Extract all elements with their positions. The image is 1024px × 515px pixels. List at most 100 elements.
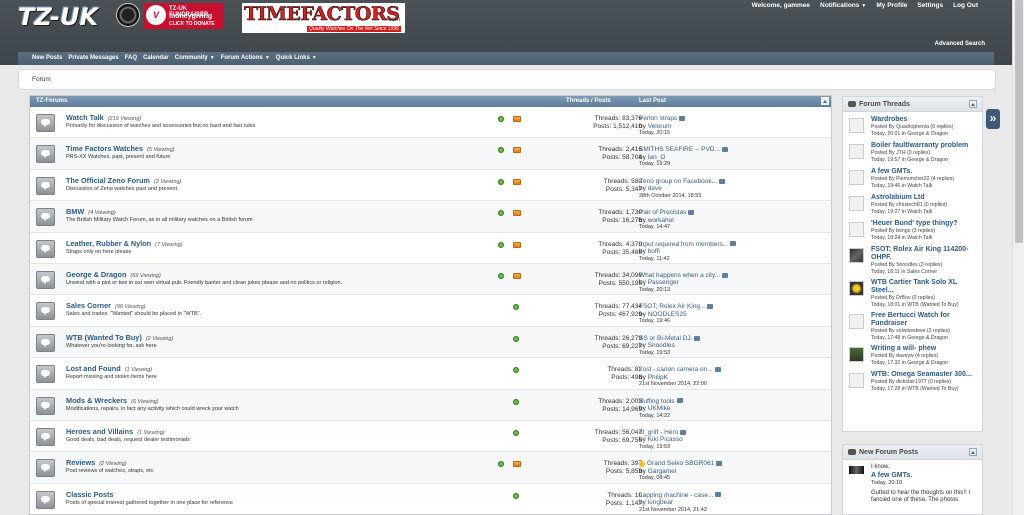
avatar[interactable] [849,170,864,185]
thread-title-link[interactable]: Wardrobes [871,116,982,124]
go-to-post-icon[interactable] [680,429,687,435]
last-post-author-link[interactable]: Passenger [648,279,679,286]
last-post-title-link[interactable]: Zeno group on Facebook... [639,178,717,185]
forum-status-icon[interactable] [36,208,55,227]
go-to-post-icon[interactable] [721,147,728,153]
last-post-author-link[interactable]: Kiki Picasso [648,436,683,443]
rss-icon[interactable] [513,116,521,122]
thread-title-link[interactable]: 'Heuer Bund' type thingy? [871,220,982,228]
thread-title-link[interactable]: FSOT; Rolex Air King 114200-OHPF. [871,246,982,262]
avatar[interactable] [849,222,864,237]
nav-new-posts[interactable]: New Posts [32,55,62,61]
logout-link[interactable]: Log Out [953,2,978,9]
forum-title-link[interactable]: BMW [66,207,84,216]
go-to-post-icon[interactable] [688,209,695,215]
last-post-author-link[interactable]: Gargamel [648,468,677,475]
thread-title-link[interactable]: Writing a will- phew [871,345,982,353]
last-post-title-link[interactable]: FSOT; Rolex Air King... [639,303,705,310]
collapse-icon[interactable] [969,448,977,456]
forum-title-link[interactable]: WTB (Wanted To Buy) [66,333,142,342]
last-post-author-link[interactable]: UKMike [648,405,671,412]
go-to-post-icon[interactable] [707,304,714,310]
rss-icon[interactable] [513,178,521,185]
last-post-title-link[interactable]: Lost - canon camera on... [639,366,713,373]
go-to-post-icon[interactable] [715,492,722,498]
breadcrumb-forum[interactable]: Forum [32,76,51,83]
last-post-title-link[interactable]: What happens when a city... [639,272,720,279]
nav-faq[interactable]: FAQ [125,55,137,61]
notifications-menu[interactable]: Notifications ▼ [820,2,866,9]
nav-quick-links[interactable]: Quick Links ▼ [276,55,317,61]
last-post-title-link[interactable]: Pair of Precistas [639,209,686,216]
avatar[interactable] [849,466,864,474]
go-to-post-icon[interactable] [714,366,721,372]
site-logo[interactable]: TZ-UK [18,2,114,32]
avatar[interactable] [849,347,864,362]
rss-icon[interactable] [513,147,521,154]
rss-icon[interactable] [513,210,521,217]
collapse-icon[interactable] [969,100,977,108]
avatar[interactable] [849,196,864,211]
last-post-author-link[interactable]: Ian_O [648,154,666,161]
forum-title-link[interactable]: Time Factors Watches [66,144,143,153]
advanced-search-link[interactable]: Advanced Search [935,41,985,47]
last-post-author-link[interactable]: NOODLES25 [648,311,687,318]
forum-list-title[interactable]: TZ-Forums [36,98,67,104]
go-to-post-icon[interactable] [730,241,737,247]
settings-link[interactable]: Settings [917,2,943,9]
last-post-title-link[interactable]: SMITHS SEAFIRE -- PVD... [639,146,720,153]
username-link[interactable]: gammee [784,2,810,9]
nav-community[interactable]: Community ▼ [175,55,215,61]
forum-status-icon[interactable] [36,333,55,352]
forum-status-icon[interactable] [36,396,55,415]
timefactors-banner[interactable]: TIMEFACTORS .com Quality Watches On The … [242,3,405,33]
avatar[interactable] [849,314,864,329]
forum-status-icon[interactable] [36,176,55,195]
forum-title-link[interactable]: Mods & Wreckers [66,396,127,405]
forum-status-icon[interactable] [36,270,55,289]
forum-title-link[interactable]: Watch Talk [66,113,104,122]
forum-title-link[interactable]: The Official Zeno Forum [66,176,150,185]
avatar[interactable] [849,144,864,159]
collapse-icon[interactable] [821,97,829,105]
forum-status-icon[interactable] [36,302,55,321]
last-post-author-link[interactable]: PhilipK [648,374,668,381]
go-to-post-icon[interactable] [694,335,701,341]
scrollbar-thumb[interactable] [1015,0,1023,243]
last-post-title-link[interactable]: dl_griff - Hero [639,429,678,436]
last-post-author-link[interactable]: workahol [648,217,674,224]
last-post-author-link[interactable]: longbear [648,499,673,506]
last-post-title-link[interactable]: Lapping machine - case... [639,492,713,499]
avatar[interactable] [849,118,864,133]
go-to-post-icon[interactable] [719,178,726,184]
forum-status-icon[interactable] [36,114,55,132]
go-to-post-icon[interactable] [676,398,683,404]
thread-title-link[interactable]: WTB: Omega Seamaster 300... [871,371,982,379]
thread-title-link[interactable]: A few GMTs. [871,168,982,176]
forum-status-icon[interactable] [36,459,55,478]
forum-status-icon[interactable] [36,490,55,509]
last-post-title-link[interactable]: Input required from members... [639,241,728,248]
forum-title-link[interactable]: Heroes and Villains [66,427,133,436]
rss-icon[interactable] [513,241,521,248]
avatar[interactable] [849,373,864,388]
go-to-post-icon[interactable] [722,272,729,278]
go-to-post-icon[interactable] [716,461,723,467]
thread-title-link[interactable]: Astrolabium Ltd [871,194,982,202]
post-thread-link[interactable]: A few GMTs. [871,471,982,480]
nav-forum-actions[interactable]: Forum Actions ▼ [221,55,270,61]
my-profile-link[interactable]: My Profile [876,2,907,9]
last-post-title-link[interactable]: Perlon straps [639,115,677,122]
thread-title-link[interactable]: Boiler fault/warranty problem [871,142,982,150]
forum-status-icon[interactable] [36,145,55,164]
rss-icon[interactable] [513,461,521,468]
sidebar-toggle-icon[interactable]: » [986,109,1000,129]
nav-private-messages[interactable]: Private Messages [68,55,118,61]
forum-title-link[interactable]: Sales Corner [66,301,111,310]
forum-status-icon[interactable] [36,427,55,446]
forum-status-icon[interactable] [36,239,55,258]
forum-title-link[interactable]: Classic Posts [66,490,113,499]
avatar[interactable] [849,281,864,296]
fundraiser-banner[interactable]: V TZ-UK FUNDRAISER moneygiving CLICK TO … [144,3,224,29]
rss-icon[interactable] [513,272,521,279]
